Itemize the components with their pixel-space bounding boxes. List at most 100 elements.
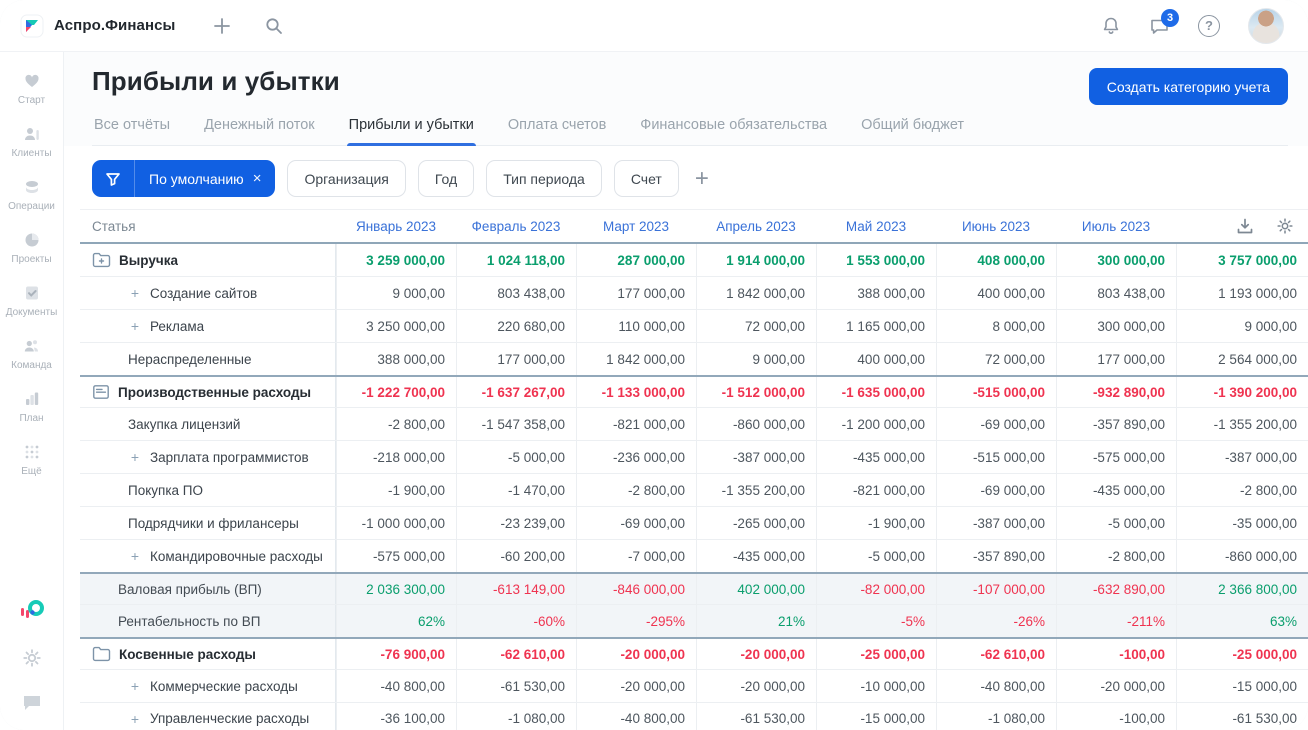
table-row-programmer-salary[interactable]: + Зарплата программистов -218 000,00 -5 000… [80, 441, 1308, 474]
table-row-unallocated[interactable]: Нераспределенные 388 000,00 177 000,00 1 84… [80, 343, 1308, 376]
clear-filter-icon[interactable]: × [253, 170, 262, 187]
create-category-button[interactable]: Создать категорию учета [1088, 68, 1288, 105]
table-row-production-costs[interactable]: Производственные расходы -1 222 700,00 -1 … [80, 375, 1308, 408]
cell-value: -82 000,00 [816, 574, 936, 604]
filter-chip-account[interactable]: Счет [613, 160, 679, 197]
column-header-month[interactable]: Январь 2023 [336, 219, 456, 234]
cell-value: -2 800,00 [1056, 540, 1176, 572]
sidebar: Старт Клиенты Операции Проекты Документы Кома… [0, 52, 64, 730]
expand-plus-icon[interactable]: + [128, 678, 142, 694]
row-name-cell: Нераспределенные [80, 343, 336, 375]
feedback-icon[interactable] [22, 694, 42, 712]
cell-value: -1 547 358,00 [456, 408, 576, 440]
filter-chip-period-type[interactable]: Тип периода [486, 160, 602, 197]
tab-total-budget[interactable]: Общий бюджет [859, 117, 966, 145]
cell-value: -40 800,00 [336, 670, 456, 702]
expand-plus-icon[interactable]: + [128, 318, 142, 334]
avatar[interactable] [1248, 7, 1284, 44]
filter-chip-organization[interactable]: Организация [287, 160, 406, 197]
sidebar-item-operations[interactable]: Операции [2, 168, 62, 221]
table-row-advertising[interactable]: + Реклама 3 250 000,00 220 680,00 110 000,00… [80, 310, 1308, 343]
cell-value: 400 000,00 [816, 343, 936, 375]
table-row-contractors-freelancers[interactable]: Подрядчики и фрилансеры -1 000 000,00 -23 … [80, 507, 1308, 540]
download-icon[interactable] [1236, 217, 1254, 235]
doc-lines-icon [92, 384, 110, 400]
tab-cash-flow[interactable]: Денежный поток [202, 117, 317, 145]
row-label: Командировочные расходы [150, 548, 323, 564]
table-row-site-creation[interactable]: + Создание сайтов 9 000,00 803 438,00 177 00… [80, 277, 1308, 310]
cell-value: 177 000,00 [576, 277, 696, 309]
table-row-gross-margin[interactable]: Рентабельность по ВП 62% -60% -295% 21% -5% -2… [80, 605, 1308, 638]
dots-grid-icon [22, 442, 42, 462]
table-row-revenue[interactable]: Выручка 3 259 000,00 1 024 118,00 287 000,0… [80, 244, 1308, 277]
sidebar-item-label: Документы [5, 307, 58, 318]
table-row-license-purchase[interactable]: Закупка лицензий -2 800,00 -1 547 358,00 -8… [80, 408, 1308, 441]
cell-value: 408 000,00 [936, 244, 1056, 276]
expand-plus-icon[interactable]: + [128, 285, 142, 301]
row-label: Покупка ПО [128, 482, 203, 498]
table-row-commercial-expenses[interactable]: + Коммерческие расходы -40 800,00 -61 530,0… [80, 670, 1308, 703]
sidebar-item-clients[interactable]: Клиенты [2, 115, 62, 168]
cell-value: -211% [1056, 605, 1176, 637]
tab-bill-payment[interactable]: Оплата счетов [506, 117, 608, 145]
cell-value: -26% [936, 605, 1056, 637]
table-row-gross-profit[interactable]: Валовая прибыль (ВП) 2 036 300,00 -613 149… [80, 572, 1308, 605]
cell-value: -20 000,00 [576, 670, 696, 702]
table-settings-gear-icon[interactable] [1276, 217, 1294, 235]
aspro-bottom-logo-icon[interactable] [19, 598, 45, 622]
cell-value: -100,00 [1056, 703, 1176, 730]
cell-value: -25 000,00 [816, 639, 936, 669]
chat-icon[interactable]: 3 [1149, 8, 1179, 36]
column-header-month[interactable]: Март 2023 [576, 219, 696, 234]
column-header-month[interactable]: Февраль 2023 [456, 219, 576, 234]
row-label: Реклама [150, 318, 205, 334]
cell-value: -821 000,00 [816, 474, 936, 506]
table-row-indirect-costs[interactable]: Косвенные расходы -76 900,00 -62 610,00 -20… [80, 637, 1308, 670]
cell-value: 9 000,00 [336, 277, 456, 309]
folder-icon [92, 646, 111, 662]
bell-icon[interactable] [1101, 16, 1121, 36]
tab-financial-obligations[interactable]: Финансовые обязательства [638, 117, 829, 145]
column-header-month[interactable]: Апрель 2023 [696, 219, 816, 234]
cell-value: 72 000,00 [696, 310, 816, 342]
cell-value: -821 000,00 [576, 408, 696, 440]
expand-plus-icon[interactable]: + [128, 548, 142, 564]
table-row-travel-expenses[interactable]: + Командировочные расходы -575 000,00 -60 2… [80, 540, 1308, 573]
cell-value: -1 355 200,00 [696, 474, 816, 506]
tab-profit-loss[interactable]: Прибыли и убытки [346, 117, 477, 146]
tab-all-reports[interactable]: Все отчёты [92, 117, 172, 145]
page-header: Прибыли и убытки Создать категорию учета… [64, 52, 1308, 146]
search-icon[interactable] [265, 17, 283, 35]
gear-icon[interactable] [22, 648, 42, 668]
funnel-icon[interactable] [92, 160, 135, 197]
expand-plus-icon[interactable]: + [128, 711, 142, 727]
cell-value: -1 637 267,00 [456, 377, 576, 407]
cell-value: -1 133 000,00 [576, 377, 696, 407]
sidebar-item-team[interactable]: Команда [2, 327, 62, 380]
expand-plus-icon[interactable]: + [128, 449, 142, 465]
brand-name: Аспро.Финансы [54, 17, 176, 34]
sidebar-item-start[interactable]: Старт [2, 62, 62, 115]
column-header-month[interactable]: Июнь 2023 [936, 219, 1056, 234]
sidebar-item-documents[interactable]: Документы [2, 274, 62, 327]
table-row-administrative-expenses[interactable]: + Управленческие расходы -36 100,00 -1 080,… [80, 703, 1308, 730]
column-header-month[interactable]: Май 2023 [816, 219, 936, 234]
row-label: Валовая прибыль (ВП) [118, 581, 262, 597]
plus-icon[interactable] [213, 17, 231, 35]
help-icon[interactable]: ? [1198, 14, 1220, 37]
sidebar-item-more[interactable]: Ещё [2, 433, 62, 486]
row-name-cell: Подрядчики и фрилансеры [80, 507, 336, 539]
default-filter-button[interactable]: По умолчанию × [92, 160, 276, 197]
cell-value: -515 000,00 [936, 441, 1056, 473]
row-name-cell: Закупка лицензий [80, 408, 336, 440]
cell-value: 1 024 118,00 [456, 244, 576, 276]
table-row-software-purchase[interactable]: Покупка ПО -1 900,00 -1 470,00 -2 800,00 -1 … [80, 474, 1308, 507]
cell-value: 63% [1176, 605, 1308, 637]
cell-value: -40 800,00 [576, 703, 696, 730]
sidebar-item-plan[interactable]: План [2, 380, 62, 433]
cell-value: 1 842 000,00 [576, 343, 696, 375]
sidebar-item-projects[interactable]: Проекты [2, 221, 62, 274]
add-filter-icon[interactable]: + [695, 166, 709, 191]
column-header-month[interactable]: Июль 2023 [1056, 219, 1176, 234]
filter-chip-year[interactable]: Год [417, 160, 475, 197]
